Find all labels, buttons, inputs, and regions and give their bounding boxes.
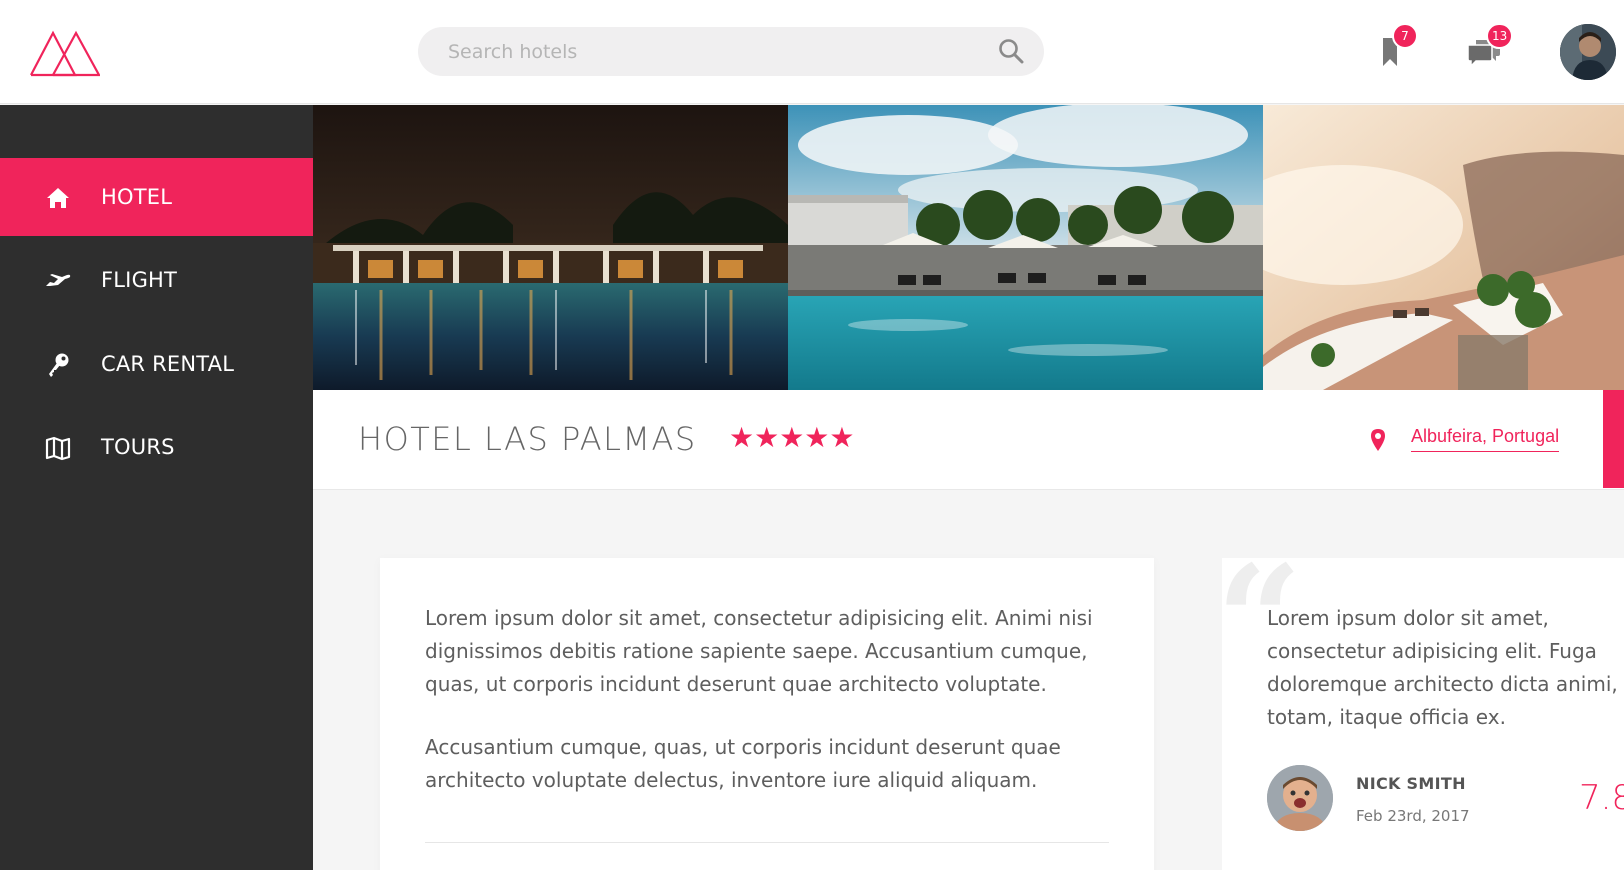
sidebar-item-car-rental[interactable]: CAR RENTAL [0, 325, 313, 403]
sidebar-item-label: TOURS [101, 435, 175, 459]
location-link[interactable]: Albufeira, Portugal [1411, 426, 1560, 452]
sidebar-item-flight[interactable]: FLIGHT [0, 241, 313, 319]
search-input[interactable] [448, 27, 988, 76]
review-score: 7.8 [1579, 778, 1624, 818]
gallery-photo-day-pool[interactable] [788, 105, 1263, 390]
hotel-description-card: Lorem ipsum dolor sit amet, consectetur … [380, 558, 1154, 870]
sidebar-nav: HOTEL FLIGHT CAR RENTAL TOURS [0, 105, 313, 870]
user-avatar[interactable] [1560, 24, 1616, 80]
sidebar-item-label: CAR RENTAL [101, 352, 235, 376]
messages-count-badge: 13 [1486, 23, 1514, 49]
hotel-name: HOTEL LAS PALMAS [358, 420, 697, 458]
home-icon [47, 188, 69, 208]
review-date: Feb 23rd, 2017 [1356, 807, 1470, 825]
key-icon [49, 353, 69, 377]
bookmarks-button[interactable]: 7 [1380, 23, 1418, 70]
search-bar [418, 27, 1044, 76]
review-card: “ Lorem ipsum dolor sit amet, consectetu… [1216, 546, 1624, 870]
divider [425, 842, 1109, 843]
top-header: 7 13 [0, 0, 1624, 104]
messages-button[interactable]: 13 [1466, 23, 1514, 70]
hotel-photo-gallery [313, 105, 1624, 390]
reviewer-name: NICK SMITH [1356, 774, 1466, 793]
airplane-icon [46, 274, 71, 286]
sidebar-item-hotel[interactable]: HOTEL [0, 158, 313, 236]
reviewer-avatar[interactable] [1267, 765, 1333, 831]
star-rating: ★★★★★ [729, 421, 855, 454]
description-paragraph: Accusantium cumque, quas, ut corporis in… [425, 735, 1061, 792]
sidebar-item-label: HOTEL [101, 185, 173, 209]
bookmarks-count-badge: 7 [1392, 23, 1418, 49]
sidebar-item-label: FLIGHT [101, 268, 178, 292]
gallery-photo-terrace[interactable] [1263, 105, 1624, 390]
search-icon[interactable] [998, 38, 1024, 64]
location-pin-icon [1371, 429, 1385, 451]
review-text: Lorem ipsum dolor sit amet, consectetur … [1267, 606, 1618, 729]
hotel-title-bar: HOTEL LAS PALMAS ★★★★★ Albufeira, Portug… [313, 390, 1624, 490]
side-tab-button[interactable] [1603, 390, 1624, 488]
description-paragraph: Lorem ipsum dolor sit amet, consectetur … [425, 606, 1093, 696]
sidebar-item-tours[interactable]: TOURS [0, 408, 313, 486]
map-icon [45, 436, 71, 461]
gallery-photo-night-pool[interactable] [313, 105, 788, 390]
mountains-logo-icon[interactable] [30, 27, 100, 77]
